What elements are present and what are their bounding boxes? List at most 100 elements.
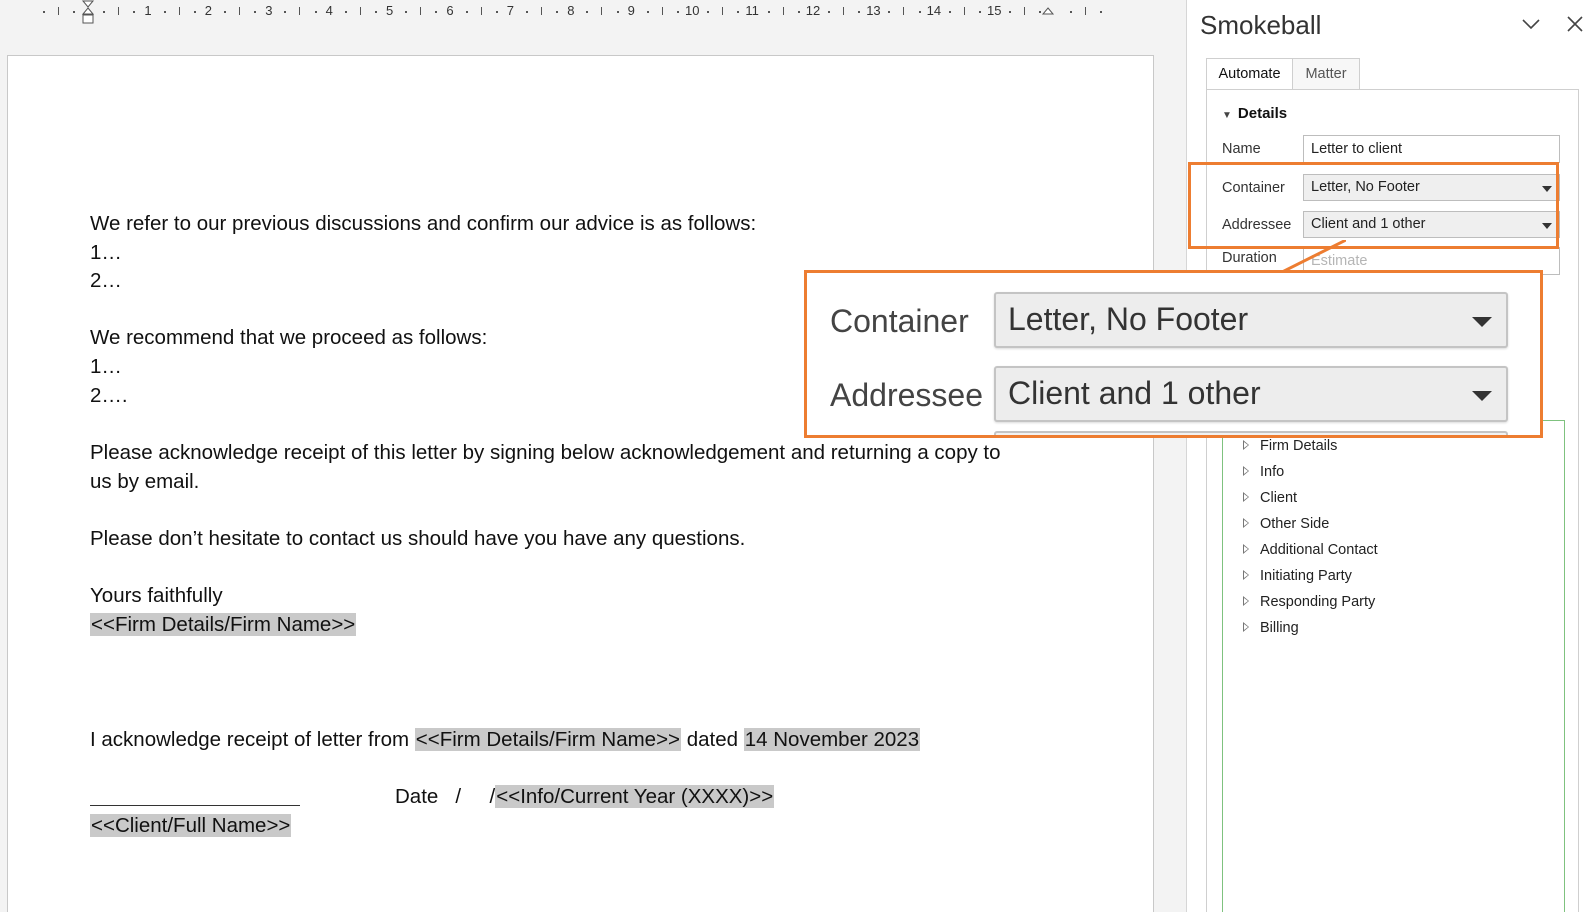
callout-container-dropdown[interactable]: Letter, No Footer: [994, 292, 1508, 348]
dropdown-arrow-icon[interactable]: [1472, 317, 1492, 327]
callout-addressee-value: Client and 1 other: [1008, 375, 1261, 411]
ruler-dot: [344, 11, 347, 13]
document-page[interactable]: We refer to our previous discussions and…: [7, 55, 1154, 912]
ruler-tick: [178, 7, 180, 15]
body-line-9[interactable]: Please don’t hesitate to contact us shou…: [90, 524, 745, 553]
ruler-dot: [103, 11, 106, 13]
ruler-dot: [374, 11, 377, 13]
ruler-number: 5: [386, 3, 394, 18]
panel-title: Smokeball: [1200, 10, 1322, 40]
tree-item-client[interactable]: Client: [1243, 490, 1297, 506]
tree-item-responding-party[interactable]: Responding Party: [1243, 594, 1375, 610]
merge-field-ack-firm-name[interactable]: <<Firm Details/Firm Name>>: [414, 728, 682, 751]
body-line-1[interactable]: We refer to our previous discussions and…: [90, 209, 756, 238]
merge-field-client-name[interactable]: <<Client/Full Name>>: [90, 814, 292, 837]
ruler-tick: [1024, 7, 1026, 15]
tree-item-billing[interactable]: Billing: [1243, 620, 1299, 636]
merge-field-ack-date[interactable]: 14 November 2023: [743, 728, 921, 751]
tree-item-initiating-party[interactable]: Initiating Party: [1243, 568, 1352, 584]
closing-line[interactable]: Yours faithfully: [90, 581, 223, 610]
expand-triangle-icon[interactable]: [1243, 544, 1249, 554]
callout-addressee-label: Addressee: [830, 377, 983, 413]
expand-triangle-icon[interactable]: [1243, 440, 1249, 450]
ruler-number: 7: [506, 3, 515, 18]
tree-item-other-side[interactable]: Other Side: [1243, 516, 1329, 532]
tab-automate[interactable]: Automate: [1206, 58, 1293, 90]
document-area: 1 2 3 4 5 6 7 8 9 10 11 12 13 14 15 We refer to our pr…: [0, 0, 1186, 912]
ruler-tick: [722, 7, 724, 15]
client-name-line[interactable]: <<Client/Full Name>>: [90, 811, 292, 840]
ruler-number: 13: [866, 3, 881, 18]
close-icon[interactable]: [1563, 12, 1587, 36]
ruler-tick: [480, 7, 482, 15]
merge-field-tree: Firm Details Info Client Other Side Addi…: [1222, 420, 1565, 912]
callout-container-value: Letter, No Footer: [1008, 301, 1249, 337]
tree-item-label: Additional Contact: [1260, 542, 1378, 558]
merge-field-firm-name[interactable]: <<Firm Details/Firm Name>>: [90, 613, 357, 636]
ruler-tick: [420, 7, 422, 15]
date-line[interactable]: Date / /<<Info/Current Year (XXXX)>>: [395, 782, 775, 811]
expand-triangle-icon[interactable]: [1243, 518, 1249, 528]
details-section-header[interactable]: ▼ Details: [1222, 105, 1287, 122]
callout-container-label: Container: [830, 303, 969, 339]
ruler-number: 2: [204, 3, 213, 18]
ruler-dot: [646, 11, 649, 13]
ruler-dot: [1099, 11, 1102, 13]
tree-item-firm-details[interactable]: Firm Details: [1243, 438, 1337, 454]
duration-label: Duration: [1222, 250, 1277, 266]
body-line-5[interactable]: 1…: [90, 352, 122, 381]
expand-triangle-icon[interactable]: [1243, 622, 1249, 632]
ruler-dot: [586, 11, 589, 13]
caret-down-icon[interactable]: ▼: [1222, 110, 1232, 121]
body-line-7[interactable]: Please acknowledge receipt of this lette…: [90, 438, 1001, 467]
ruler-tick: [963, 7, 965, 15]
chevron-down-icon[interactable]: [1519, 12, 1543, 36]
tree-item-label: Other Side: [1260, 516, 1330, 532]
name-field[interactable]: Letter to client: [1303, 135, 1560, 163]
tree-item-info[interactable]: Info: [1243, 464, 1284, 480]
ruler-dot: [918, 11, 921, 13]
tree-item-additional-contact[interactable]: Additional Contact: [1243, 542, 1378, 558]
ruler-dot: [435, 11, 438, 13]
firm-name-line[interactable]: <<Firm Details/Firm Name>>: [90, 610, 357, 639]
ruler-dot: [767, 11, 770, 13]
ruler-dot: [405, 11, 408, 13]
acknowledgement-line[interactable]: I acknowledge receipt of letter from <<F…: [90, 725, 921, 754]
ruler-number: 8: [567, 3, 575, 18]
expand-triangle-icon[interactable]: [1243, 466, 1249, 476]
expand-triangle-icon[interactable]: [1243, 492, 1249, 502]
ruler-number: 4: [325, 3, 333, 18]
body-line-8[interactable]: us by email.: [90, 467, 199, 496]
ruler-tick: [1084, 7, 1086, 15]
ruler-tick: [903, 7, 905, 15]
ruler-tick: [118, 7, 120, 15]
tree-item-label: Info: [1260, 464, 1285, 480]
merge-field-current-year[interactable]: <<Info/Current Year (XXXX)>>: [495, 785, 775, 808]
ruler-dot: [888, 11, 891, 13]
body-line-4[interactable]: We recommend that we proceed as follows:: [90, 323, 487, 352]
ruler-tick: [239, 7, 240, 15]
callout-addressee-dropdown[interactable]: Client and 1 other: [994, 366, 1508, 422]
ruler-tick: [299, 7, 301, 15]
body-line-2[interactable]: 1…: [90, 238, 122, 267]
ruler-dot: [42, 11, 45, 13]
ruler-dot: [827, 11, 830, 13]
right-indent-marker[interactable]: [1040, 0, 1056, 26]
ruler-dot: [314, 11, 317, 13]
tab-matter[interactable]: Matter: [1293, 58, 1360, 90]
ruler-dot: [616, 11, 619, 13]
dropdown-arrow-icon[interactable]: [1472, 391, 1492, 401]
left-indent-marker[interactable]: [80, 0, 96, 26]
body-line-3[interactable]: 2…: [90, 266, 122, 295]
expand-triangle-icon[interactable]: [1243, 570, 1249, 580]
ruler-dot: [163, 11, 166, 13]
ruler-dot: [978, 11, 981, 13]
tree-item-label: Client: [1260, 490, 1298, 506]
expand-triangle-icon[interactable]: [1243, 596, 1249, 606]
body-line-6[interactable]: 2….: [90, 381, 128, 410]
ruler-dot: [72, 11, 75, 13]
ruler-dot: [797, 11, 800, 13]
horizontal-ruler[interactable]: 1 2 3 4 5 6 7 8 9 10 11 12 13 14 15: [0, 0, 1186, 24]
ruler-number: 6: [446, 3, 454, 18]
ruler-number: 15: [987, 3, 1002, 18]
